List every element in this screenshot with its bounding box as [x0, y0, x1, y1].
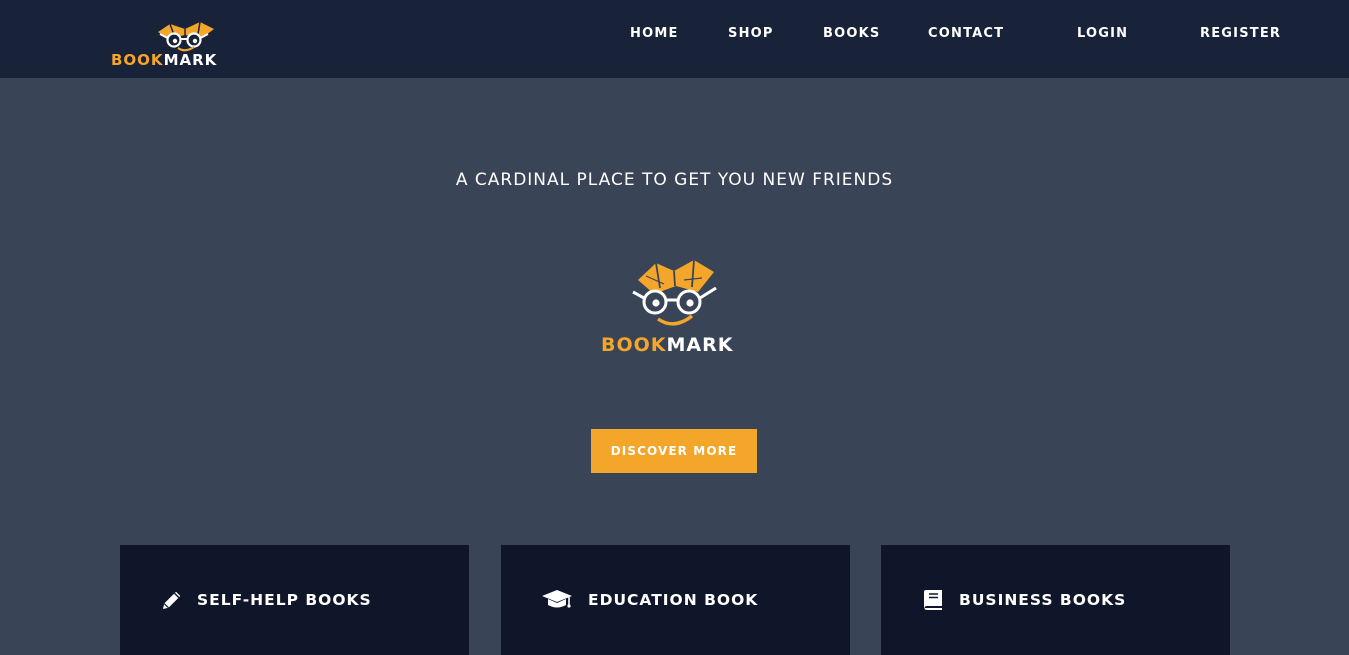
book-icon	[921, 588, 949, 612]
nav-login[interactable]: LOGIN	[1077, 26, 1128, 41]
bookmark-logo-large-icon	[632, 259, 717, 326]
category-card-self-help[interactable]: SELF-HELP BOOKS	[120, 545, 469, 655]
brand-logo[interactable]: BOOKMARK	[110, 20, 260, 70]
hero-tagline: A CARDINAL PLACE TO GET YOU NEW FRIENDS	[455, 170, 894, 190]
nav-books[interactable]: BOOKS	[823, 26, 880, 41]
discover-more-button[interactable]: DISCOVER MORE	[591, 429, 757, 473]
pencil-icon	[160, 588, 188, 612]
category-label: BUSINESS BOOKS	[959, 591, 1127, 609]
nav-shop[interactable]: SHOP	[728, 26, 774, 41]
category-label: EDUCATION BOOK	[588, 591, 759, 609]
category-card-education[interactable]: EDUCATION BOOK	[501, 545, 850, 655]
brand-wordmark: BOOKMARK	[111, 51, 218, 69]
category-card-business[interactable]: BUSINESS BOOKS	[881, 545, 1230, 655]
nav-contact[interactable]: CONTACT	[928, 26, 1004, 41]
graduation-cap-icon	[541, 588, 575, 612]
nav-home[interactable]: HOME	[630, 26, 679, 41]
bookmark-logo-icon	[158, 21, 214, 52]
category-label: SELF-HELP BOOKS	[197, 591, 372, 609]
hero-logo: BOOKMARK	[598, 258, 750, 358]
nav-register[interactable]: REGISTER	[1200, 26, 1281, 41]
hero-wordmark: BOOKMARK	[601, 334, 734, 356]
navbar: BOOKMARK HOME SHOP BOOKS CONTACT LOGIN R…	[0, 0, 1349, 78]
